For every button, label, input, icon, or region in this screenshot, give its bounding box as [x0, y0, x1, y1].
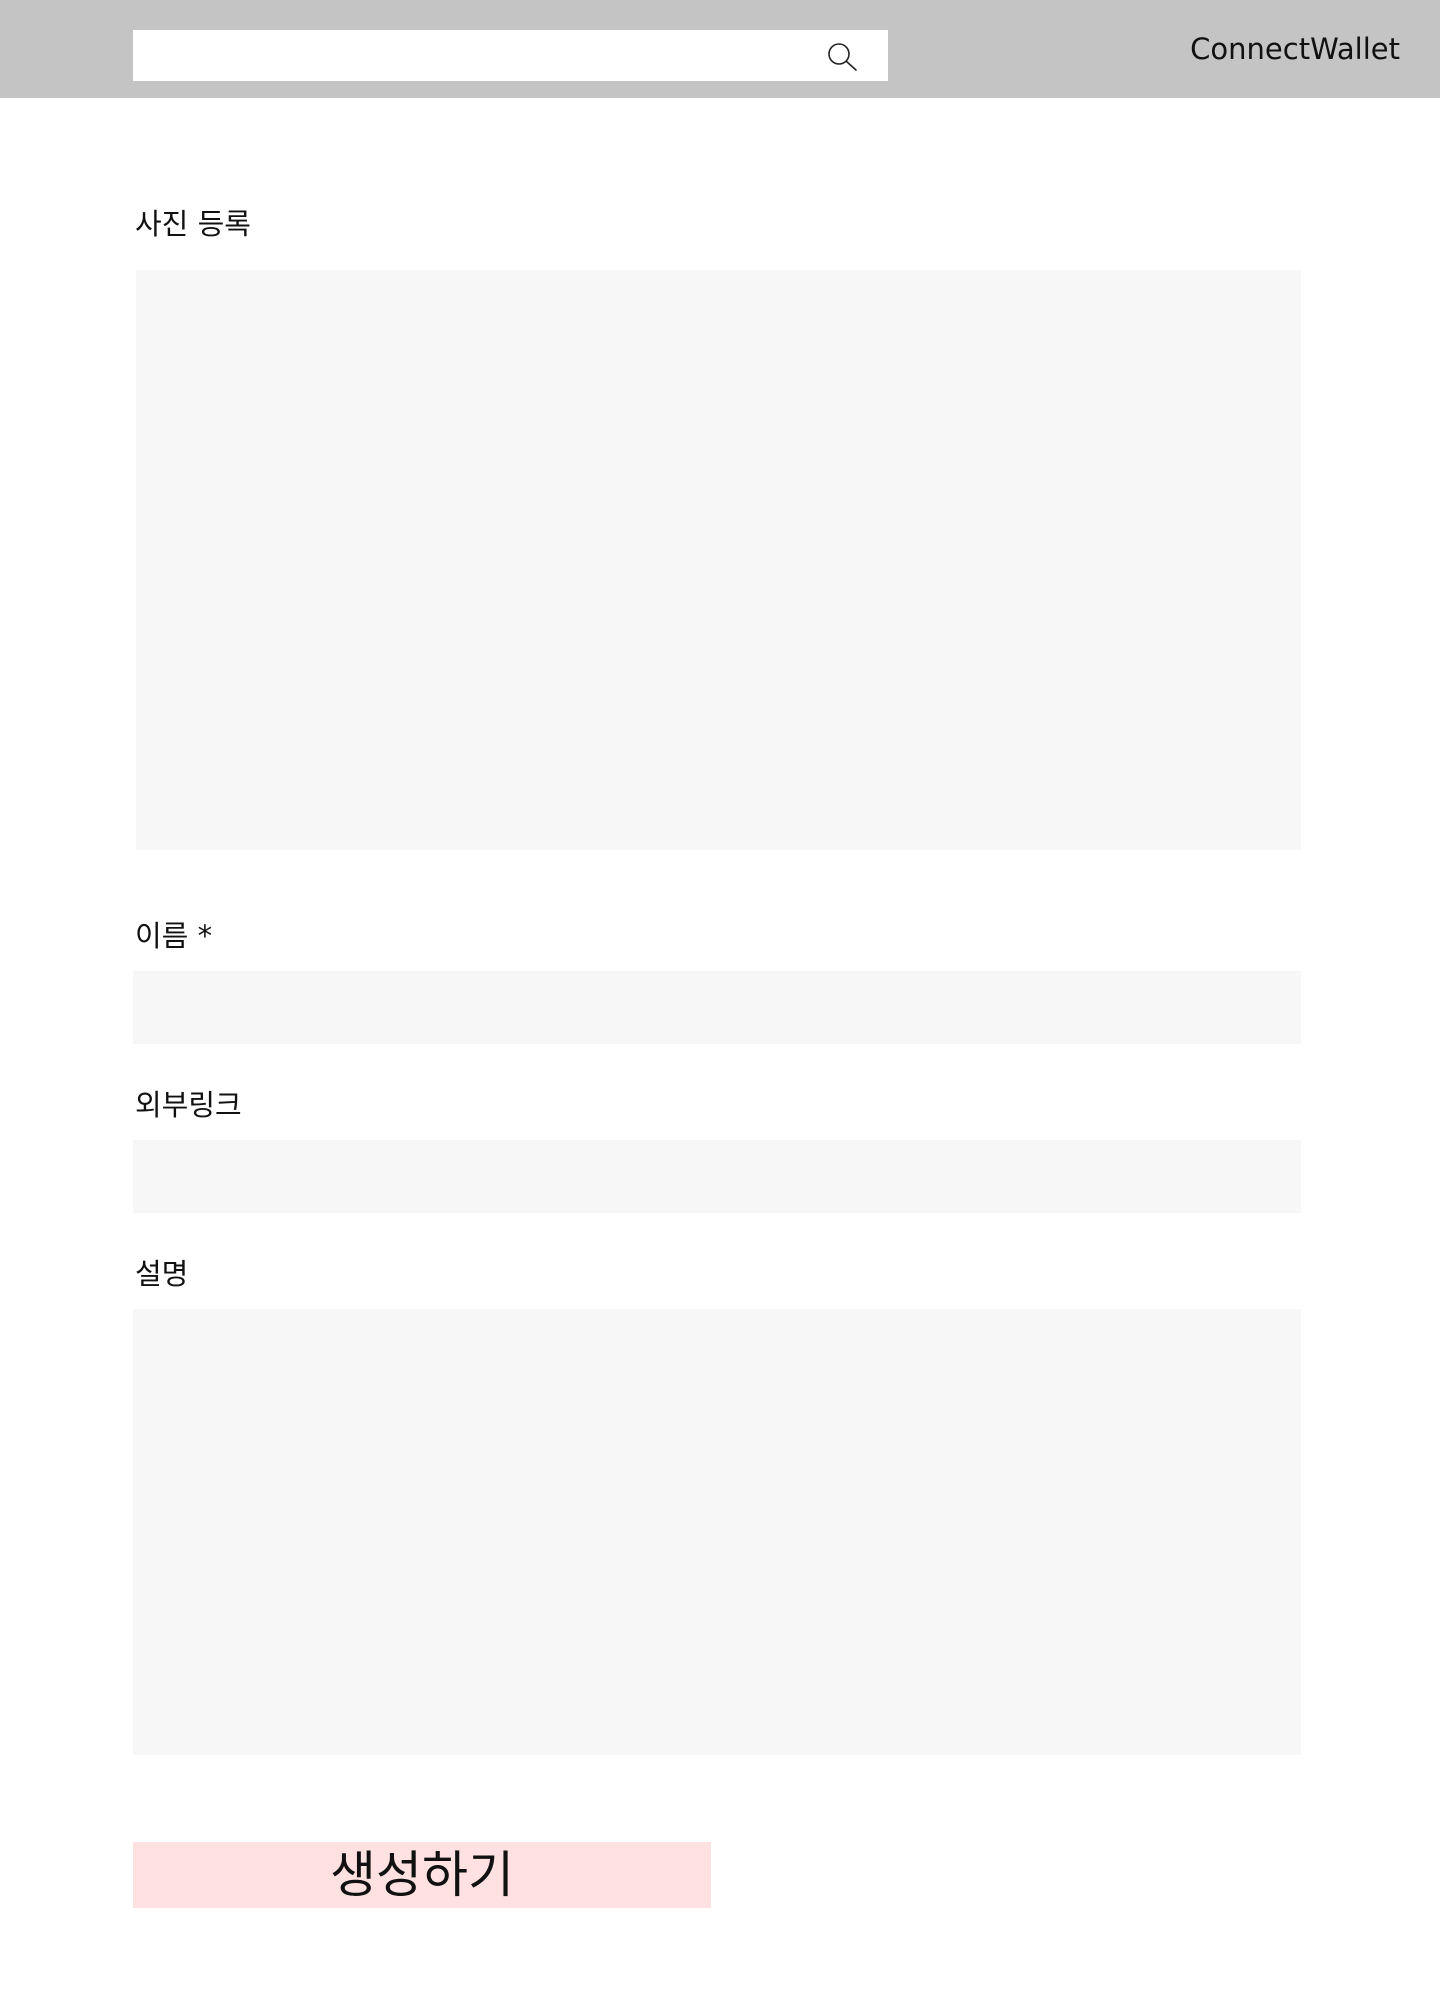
search-icon[interactable] — [826, 41, 860, 71]
top-header: ConnectWallet — [0, 0, 1440, 98]
search-box — [133, 30, 888, 81]
search-input[interactable] — [133, 30, 813, 81]
description-label: 설명 — [135, 1257, 189, 1291]
name-label: 이름 * — [135, 919, 213, 953]
name-input[interactable] — [133, 971, 1301, 1044]
description-textarea[interactable] — [133, 1309, 1301, 1755]
external-link-label: 외부링크 — [135, 1088, 242, 1122]
external-link-input[interactable] — [133, 1140, 1301, 1213]
photo-upload-label: 사진 등록 — [135, 207, 251, 241]
connect-wallet-button[interactable]: ConnectWallet — [1190, 30, 1400, 68]
create-button[interactable]: 생성하기 — [133, 1842, 711, 1908]
photo-upload-area[interactable] — [136, 270, 1301, 850]
